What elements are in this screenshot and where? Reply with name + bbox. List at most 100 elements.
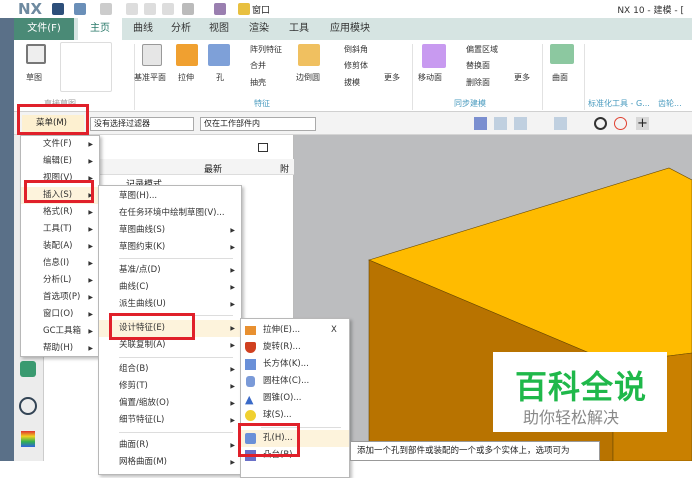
submenu-arrow-icon: ▶	[88, 328, 93, 335]
trim-body-button[interactable]: 修剪体	[344, 60, 368, 71]
redo-icon[interactable]	[100, 3, 112, 15]
selection-scope-dropdown[interactable]: 仅在工作部件内	[200, 117, 316, 131]
menu-item-curve[interactable]: 曲线(C) ▶	[99, 279, 241, 296]
menu-item-assembly[interactable]: 装配(A) ▶	[21, 238, 99, 255]
sketch-curve-gallery[interactable]	[60, 42, 112, 92]
menu-item-sketch[interactable]: 草图(H)...	[99, 188, 241, 205]
cut-icon[interactable]	[126, 3, 138, 15]
menu-item-revolve[interactable]: 旋转(R)...	[241, 339, 349, 356]
chamfer-button[interactable]: 倒斜角	[344, 44, 368, 55]
window-icon[interactable]	[238, 3, 250, 15]
move-face-button[interactable]: 移动面	[418, 72, 442, 83]
menu-item-block[interactable]: 长方体(K)...	[241, 356, 349, 373]
menu-item-file[interactable]: 文件(F) ▶	[21, 136, 99, 153]
replace-face-button[interactable]: 替换面	[466, 60, 490, 71]
edge-blend-button[interactable]: 边倒圆	[296, 72, 320, 83]
menu-item-sketch-constraint[interactable]: 草图约束(K) ▶	[99, 239, 241, 256]
snap-point-icon[interactable]	[474, 117, 487, 130]
extrude-icon[interactable]	[176, 44, 198, 66]
menu-item-gc-toolkit[interactable]: GC工具箱 ▶	[21, 323, 99, 340]
menu-item-analysis[interactable]: 分析(L) ▶	[21, 272, 99, 289]
save-icon[interactable]	[52, 3, 64, 15]
menu-item-format[interactable]: 格式(R) ▶	[21, 204, 99, 221]
end-point-icon[interactable]	[494, 117, 507, 130]
submenu-arrow-icon: ▶	[88, 294, 93, 301]
submenu-arrow-icon: ▶	[88, 345, 93, 352]
menu-item-extrude[interactable]: 拉伸(E)... X	[241, 322, 349, 339]
surface-icon[interactable]	[550, 44, 574, 64]
column-latest[interactable]: 最新	[204, 162, 222, 175]
datum-plane-button[interactable]: 基准平面	[134, 72, 166, 83]
menu-item-combine[interactable]: 组合(B) ▶	[99, 361, 241, 378]
datum-plane-icon[interactable]	[142, 44, 162, 66]
group-gear[interactable]: 齿轮...	[658, 98, 682, 109]
hole-button[interactable]: 孔	[216, 72, 224, 83]
menu-item-cone[interactable]: ▲ 圆锥(O)...	[241, 390, 349, 407]
selection-filter-dropdown[interactable]: 没有选择过滤器	[90, 117, 194, 131]
menu-item-cylinder[interactable]: 圆柱体(C)...	[241, 373, 349, 390]
menu-item-offset-scale[interactable]: 偏置/缩放(O) ▶	[99, 395, 241, 412]
maximize-icon[interactable]	[258, 143, 268, 152]
submenu-arrow-icon: ▶	[230, 383, 235, 390]
tab-applications[interactable]: 应用模块	[322, 18, 378, 40]
menu-item-datum-point[interactable]: 基准/点(D) ▶	[99, 262, 241, 279]
draft-button[interactable]: 拔模	[344, 77, 360, 88]
tab-view[interactable]: 视图	[202, 18, 236, 40]
paste-icon[interactable]	[162, 3, 174, 15]
unite-button[interactable]: 合并	[250, 60, 266, 71]
existing-point-icon[interactable]: +	[636, 117, 649, 130]
edge-blend-icon[interactable]	[298, 44, 320, 66]
menu-item-preferences[interactable]: 首选项(P) ▶	[21, 289, 99, 306]
copy-icon[interactable]	[144, 3, 156, 15]
menu-item-help[interactable]: 帮助(H) ▶	[21, 340, 99, 357]
window-menu[interactable]: 窗口	[252, 3, 270, 16]
menu-item-edit[interactable]: 编辑(E) ▶	[21, 153, 99, 170]
repeat-command-icon[interactable]	[182, 3, 194, 15]
group-standard-tools[interactable]: 标准化工具 - G...	[588, 98, 650, 109]
mid-point-icon[interactable]	[514, 117, 527, 130]
more-features-button[interactable]: 更多	[384, 72, 400, 83]
pattern-feature-button[interactable]: 阵列特征	[250, 44, 282, 55]
menu-item-info[interactable]: 信息(I) ▶	[21, 255, 99, 272]
menu-item-surface[interactable]: 曲面(R) ▶	[99, 437, 241, 454]
delete-face-button[interactable]: 删除面	[466, 77, 490, 88]
menu-item-derived-curve[interactable]: 派生曲线(U) ▶	[99, 296, 241, 313]
menu-label: GC工具箱	[43, 326, 82, 336]
tab-file[interactable]: 文件(F)	[14, 18, 74, 40]
more-sync-button[interactable]: 更多	[514, 72, 530, 83]
tab-analysis[interactable]: 分析	[164, 18, 198, 40]
web-browser-icon[interactable]	[20, 361, 36, 377]
column-truncated[interactable]: 附	[280, 162, 289, 175]
menu-item-sketch-curve[interactable]: 草图曲线(S) ▶	[99, 222, 241, 239]
close-icon[interactable]: X	[331, 322, 337, 339]
menu-item-sphere[interactable]: 球(S)...	[241, 407, 349, 424]
quadrant-point-icon[interactable]	[614, 117, 627, 130]
sketch-button[interactable]: 草图	[26, 72, 42, 83]
sketch-icon[interactable]	[26, 44, 46, 64]
menu-item-window[interactable]: 窗口(O) ▶	[21, 306, 99, 323]
extrude-button[interactable]: 拉伸	[178, 72, 194, 83]
menu-item-sketch-in-task[interactable]: 在任务环境中绘制草图(V)...	[99, 205, 241, 222]
revolve-icon	[245, 342, 256, 353]
arc-center-icon[interactable]	[594, 117, 607, 130]
system-material-icon[interactable]	[21, 431, 35, 447]
shell-button[interactable]: 抽壳	[250, 77, 266, 88]
menu-item-mesh-surface[interactable]: 网格曲面(M) ▶	[99, 454, 241, 471]
hole-icon[interactable]	[208, 44, 230, 66]
menu-item-tools[interactable]: 工具(T) ▶	[21, 221, 99, 238]
move-face-icon[interactable]	[422, 44, 446, 68]
submenu-arrow-icon: ▶	[230, 400, 235, 407]
history-icon[interactable]	[19, 397, 37, 415]
tab-curve[interactable]: 曲线	[126, 18, 160, 40]
undo-icon[interactable]	[74, 3, 86, 15]
touch-mode-icon[interactable]	[214, 3, 226, 15]
watermark-subtitle: 助你轻松解决	[523, 408, 620, 427]
menu-item-trim[interactable]: 修剪(T) ▶	[99, 378, 241, 395]
tab-tools[interactable]: 工具	[282, 18, 316, 40]
menu-item-detail-feature[interactable]: 细节特征(L) ▶	[99, 412, 241, 429]
tab-home[interactable]: 主页	[78, 18, 122, 40]
intersection-icon[interactable]	[554, 117, 567, 130]
surface-button[interactable]: 曲面	[552, 72, 568, 83]
tab-render[interactable]: 渲染	[242, 18, 276, 40]
offset-region-button[interactable]: 偏置区域	[466, 44, 498, 55]
